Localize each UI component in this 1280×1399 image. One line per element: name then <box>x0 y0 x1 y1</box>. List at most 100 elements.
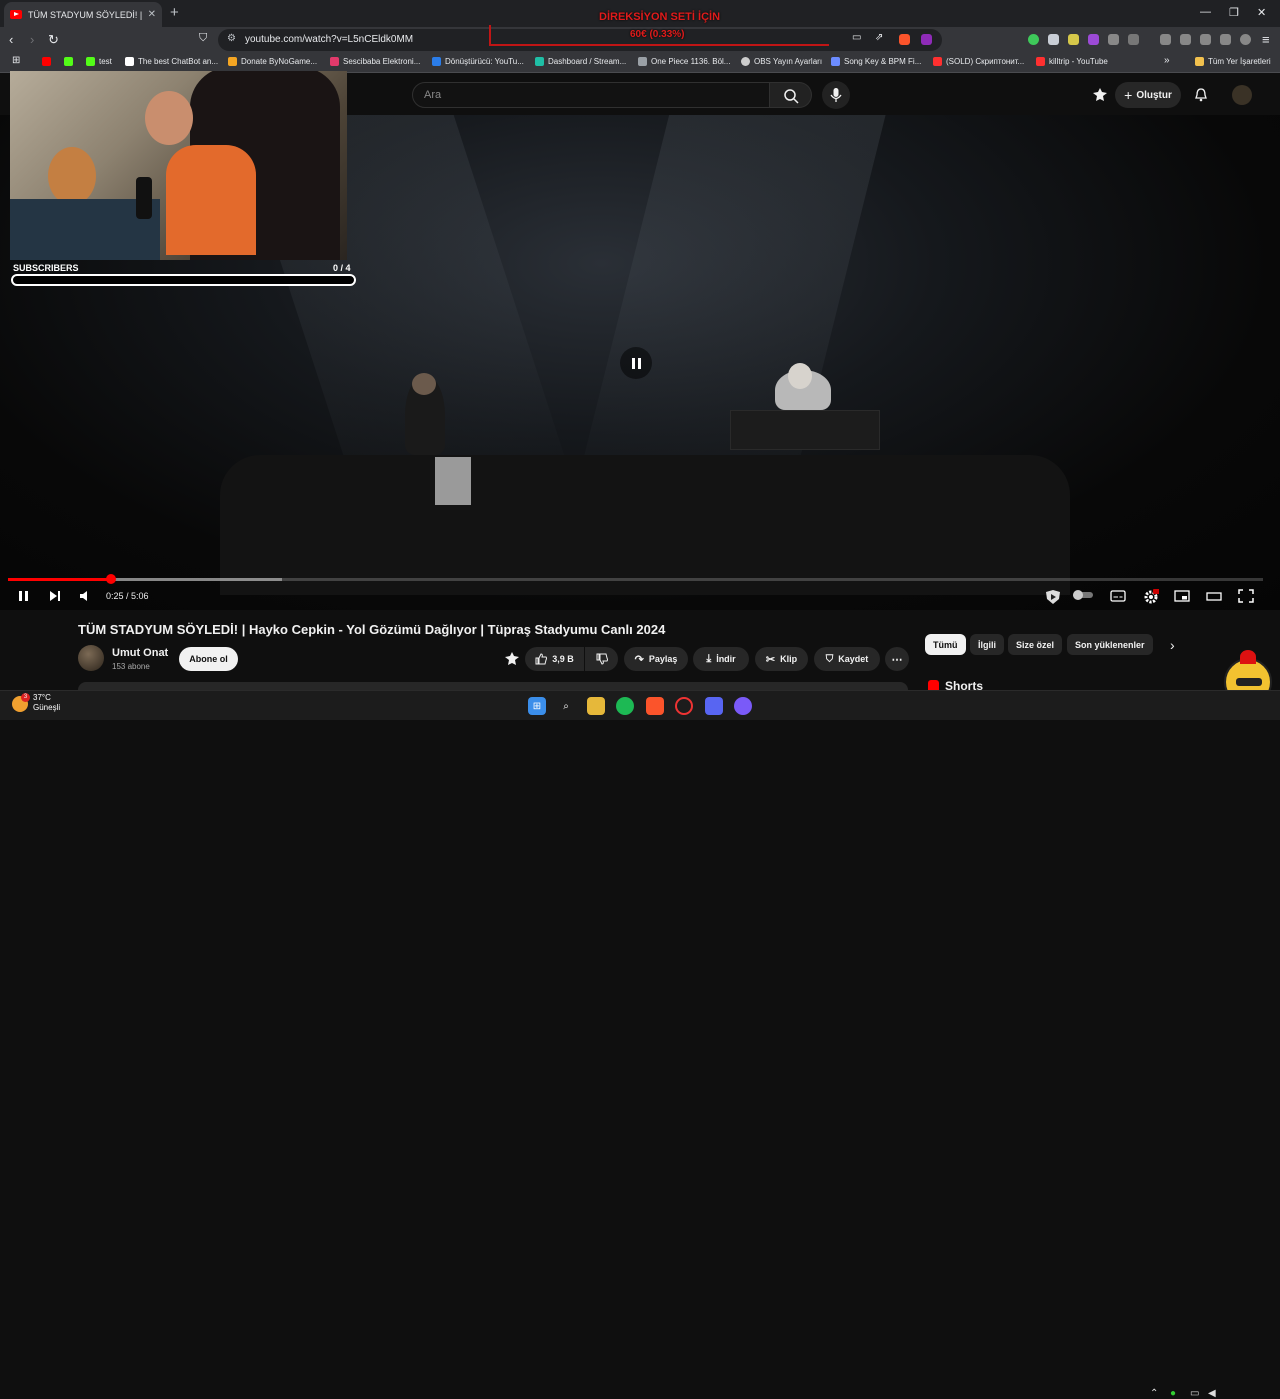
extension-shield-icon[interactable] <box>1048 34 1059 45</box>
all-bookmarks[interactable]: Tüm Yer İşaretleri <box>1195 57 1271 66</box>
obs-icon <box>741 57 750 66</box>
sponsor-block-button[interactable] <box>1044 589 1062 608</box>
channel-avatar[interactable] <box>78 645 104 671</box>
taskbar-search-icon[interactable]: ⌕ <box>557 697 575 715</box>
voice-search-button[interactable] <box>822 81 850 109</box>
dislike-button[interactable] <box>585 647 618 671</box>
chip-recent[interactable]: Son yüklenenler <box>1067 634 1153 655</box>
brave-icon[interactable] <box>646 697 664 715</box>
start-icon[interactable]: ⊞ <box>528 697 546 715</box>
fullscreen-button[interactable] <box>1238 589 1254 606</box>
miniplayer-button[interactable] <box>1174 589 1190 606</box>
theater-mode-button[interactable] <box>1206 589 1222 606</box>
download-button[interactable]: ⤓ İndir <box>693 647 749 671</box>
discord-ptb-icon[interactable] <box>734 697 752 715</box>
bookmark-obs[interactable]: OBS Yayın Ayarları <box>741 57 822 66</box>
pause-button[interactable] <box>17 589 31 606</box>
extension-box-icon[interactable] <box>1128 34 1139 45</box>
leo-ai-icon[interactable] <box>1220 34 1231 45</box>
premium-gift-icon[interactable] <box>1092 87 1108 103</box>
close-window-icon[interactable]: ✕ <box>1257 6 1266 19</box>
wallet-icon[interactable] <box>1200 34 1211 45</box>
subscribe-button[interactable]: Abone ol <box>179 647 238 671</box>
bookmarks-overflow-icon[interactable]: » <box>1164 55 1170 66</box>
clip-button[interactable]: ✂ Klip <box>755 647 808 671</box>
bookmark-icon[interactable]: ⛉ <box>199 32 207 45</box>
next-button[interactable] <box>48 589 62 606</box>
account-avatar[interactable] <box>1232 85 1252 105</box>
hype-icon[interactable] <box>504 651 520 667</box>
file-explorer-icon[interactable] <box>587 697 605 715</box>
discord-icon[interactable] <box>705 697 723 715</box>
reload-icon[interactable]: ↻ <box>48 32 59 48</box>
minimize-icon[interactable]: — <box>1200 6 1211 18</box>
bookmark-songkey[interactable]: Song Key & BPM Fi... <box>831 57 921 66</box>
autoplay-toggle[interactable] <box>1072 589 1094 604</box>
chip-for-you[interactable]: Size özel <box>1008 634 1063 655</box>
rewards-icon[interactable] <box>921 34 932 45</box>
extension-twitch-icon[interactable] <box>1088 34 1099 45</box>
search-input[interactable]: Ara <box>412 82 770 108</box>
tray-expand-icon[interactable]: ⌃ <box>1150 1388 1158 1399</box>
vpn-icon[interactable] <box>1240 34 1251 45</box>
url-text[interactable]: youtube.com/watch?v=L5nCEldk0MM <box>245 34 413 45</box>
close-tab-icon[interactable]: ✕ <box>148 9 156 20</box>
bookmark-killtrip[interactable]: killtrip - YouTube <box>1036 57 1108 66</box>
channel-name[interactable]: Umut Onat <box>112 647 168 659</box>
menu-icon[interactable]: ≡ <box>1262 32 1270 47</box>
chip-all[interactable]: Tümü <box>925 634 966 655</box>
scrubber-handle[interactable] <box>105 574 116 584</box>
seek-bar[interactable] <box>8 574 1263 584</box>
site-info-icon[interactable]: ⚙ <box>227 33 236 44</box>
like-button[interactable]: 3,9 B <box>525 647 584 671</box>
extension-vpn-icon[interactable] <box>1028 34 1039 45</box>
chip-related[interactable]: İlgili <box>970 634 1004 655</box>
share-icon[interactable]: ⇗ <box>875 32 883 43</box>
bookmark-youtube-icon[interactable] <box>42 57 51 66</box>
obs-taskbar-icon[interactable] <box>675 697 693 715</box>
bookmark-chatbot[interactable]: The best ChatBot an... <box>125 57 218 66</box>
extension-pen-icon[interactable] <box>1068 34 1079 45</box>
bookmark-kick-icon[interactable] <box>64 57 73 66</box>
played-bar <box>8 578 111 581</box>
bookmark-dashboard[interactable]: Dashboard / Stream... <box>535 57 626 66</box>
bookmark-converter[interactable]: Dönüştürücü: YouTu... <box>432 57 524 66</box>
bookmark-sescibaba[interactable]: Sescibaba Elektroni... <box>330 57 420 66</box>
bookmark-sold[interactable]: (SOLD) Скриптонит... <box>933 57 1024 66</box>
performer-head <box>788 363 812 389</box>
sidebar-icon[interactable] <box>1180 34 1191 45</box>
new-tab-button[interactable]: + <box>170 4 179 21</box>
tray-mic-icon[interactable]: ● <box>1170 1388 1176 1399</box>
chips-next-icon[interactable]: › <box>1170 637 1175 653</box>
create-button[interactable]: + Oluştur <box>1115 82 1181 108</box>
weather-widget[interactable]: 37°C Güneşli <box>33 693 60 713</box>
tray-network-icon[interactable]: ▭ <box>1190 1388 1199 1399</box>
subtitles-icon <box>1110 590 1126 602</box>
bookmark-test[interactable]: test <box>86 57 112 66</box>
youtube-icon <box>933 57 942 66</box>
extensions-icon[interactable] <box>1108 34 1119 45</box>
notifications-bell-icon[interactable] <box>1193 87 1209 103</box>
bookmark-bynogame[interactable]: Donate ByNoGame... <box>228 57 317 66</box>
browser-tab-active[interactable]: TÜM STADYUM SÖYLEDİ! | H ✕ <box>4 2 162 27</box>
spotify-icon[interactable] <box>616 697 634 715</box>
description-box[interactable] <box>78 682 908 690</box>
brave-shield-icon[interactable] <box>899 34 910 45</box>
back-icon[interactable]: ‹ <box>9 32 13 47</box>
media-icon[interactable] <box>1160 34 1171 45</box>
forward-icon[interactable]: › <box>30 32 34 47</box>
search-button[interactable] <box>770 82 812 108</box>
address-bar[interactable]: ⚙ youtube.com/watch?v=L5nCEldk0MM <box>218 29 942 51</box>
subtitles-button[interactable] <box>1110 589 1126 606</box>
cast-icon[interactable]: ▭ <box>852 32 861 43</box>
share-button[interactable]: ↷ Paylaş <box>624 647 688 671</box>
restore-icon[interactable]: ❐ <box>1229 6 1239 19</box>
save-button[interactable]: ⛉ Kaydet <box>814 647 880 671</box>
settings-button[interactable] <box>1143 589 1160 608</box>
pause-overlay-button[interactable] <box>620 347 652 379</box>
bookmark-onepiece[interactable]: One Piece 1136. Böl... <box>638 57 730 66</box>
more-actions-button[interactable]: ⋯ <box>885 647 909 671</box>
volume-button[interactable] <box>78 589 92 606</box>
apps-grid-icon[interactable]: ⊞ <box>12 55 20 66</box>
tray-volume-icon[interactable]: ◀ <box>1208 1388 1216 1399</box>
